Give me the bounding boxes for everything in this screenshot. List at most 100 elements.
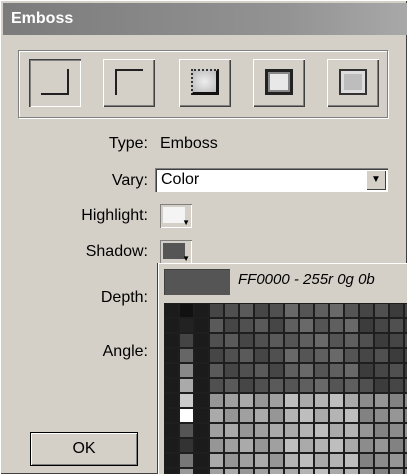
color-swatch-cell[interactable]	[210, 304, 223, 317]
color-swatch-cell[interactable]	[225, 334, 238, 347]
color-swatch-cell[interactable]	[210, 439, 223, 452]
ok-button[interactable]: OK	[30, 432, 138, 466]
color-swatch-cell[interactable]	[225, 349, 238, 362]
color-swatch-cell[interactable]	[300, 349, 313, 362]
color-swatch-cell[interactable]	[255, 394, 268, 407]
color-swatch-cell[interactable]	[195, 334, 208, 347]
color-swatch-cell[interactable]	[285, 394, 298, 407]
color-swatch-cell[interactable]	[255, 364, 268, 377]
color-swatch-cell[interactable]	[390, 319, 403, 332]
color-swatch-cell[interactable]	[210, 334, 223, 347]
color-swatch-cell[interactable]	[345, 469, 358, 474]
color-swatch-cell[interactable]	[210, 379, 223, 392]
color-swatch-cell[interactable]	[345, 454, 358, 467]
color-swatch-cell[interactable]	[210, 469, 223, 474]
color-swatch-cell[interactable]	[300, 409, 313, 422]
color-swatch-cell[interactable]	[330, 439, 343, 452]
color-swatch-cell[interactable]	[270, 319, 283, 332]
color-swatch-cell[interactable]	[375, 379, 388, 392]
color-swatch-cell[interactable]	[270, 334, 283, 347]
color-swatch-cell[interactable]	[390, 409, 403, 422]
color-swatch-cell[interactable]	[360, 349, 373, 362]
color-swatch-cell[interactable]	[330, 349, 343, 362]
color-swatch-cell[interactable]	[165, 304, 178, 317]
color-swatch-cell[interactable]	[315, 454, 328, 467]
color-swatch-cell[interactable]	[375, 454, 388, 467]
color-swatch-cell[interactable]	[165, 394, 178, 407]
color-swatch-cell[interactable]	[285, 454, 298, 467]
color-swatch-cell[interactable]	[345, 439, 358, 452]
color-swatch-cell[interactable]	[300, 319, 313, 332]
color-swatch-cell[interactable]	[360, 319, 373, 332]
color-swatch-cell[interactable]	[360, 409, 373, 422]
color-swatch-cell[interactable]	[270, 469, 283, 474]
color-swatch-cell[interactable]	[210, 409, 223, 422]
color-swatch-cell[interactable]	[330, 424, 343, 437]
color-swatch-cell[interactable]	[255, 439, 268, 452]
color-swatch-cell[interactable]	[225, 439, 238, 452]
color-swatch-cell[interactable]	[375, 304, 388, 317]
color-swatch-cell[interactable]	[285, 424, 298, 437]
color-swatch-cell[interactable]	[255, 454, 268, 467]
color-swatch-cell[interactable]	[330, 469, 343, 474]
color-swatch-cell[interactable]	[345, 379, 358, 392]
color-swatch-cell[interactable]	[180, 319, 193, 332]
emboss-style-5-button[interactable]	[327, 59, 379, 107]
color-swatch-cell[interactable]	[270, 379, 283, 392]
color-swatch-cell[interactable]	[360, 364, 373, 377]
color-swatch-cell[interactable]	[195, 349, 208, 362]
color-swatch-cell[interactable]	[195, 379, 208, 392]
color-swatch-cell[interactable]	[315, 319, 328, 332]
color-swatch-cell[interactable]	[375, 394, 388, 407]
color-swatch-cell[interactable]	[195, 364, 208, 377]
color-swatch-cell[interactable]	[330, 394, 343, 407]
color-swatch-cell[interactable]	[165, 364, 178, 377]
color-swatch-cell[interactable]	[390, 454, 403, 467]
color-swatch-cell[interactable]	[375, 334, 388, 347]
color-swatch-cell[interactable]	[180, 469, 193, 474]
color-swatch-cell[interactable]	[210, 424, 223, 437]
color-swatch-cell[interactable]	[360, 304, 373, 317]
color-swatch-cell[interactable]	[330, 379, 343, 392]
color-swatch-cell[interactable]	[180, 424, 193, 437]
highlight-color-button[interactable]: ▼	[160, 204, 192, 228]
color-swatch-cell[interactable]	[240, 364, 253, 377]
color-swatch-cell[interactable]	[225, 409, 238, 422]
color-swatch-cell[interactable]	[390, 334, 403, 347]
color-swatch-cell[interactable]	[390, 364, 403, 377]
color-swatch-cell[interactable]	[375, 424, 388, 437]
color-swatch-cell[interactable]	[180, 439, 193, 452]
color-swatch-cell[interactable]	[315, 379, 328, 392]
color-swatch-cell[interactable]	[240, 349, 253, 362]
color-swatch-cell[interactable]	[315, 364, 328, 377]
color-swatch-cell[interactable]	[330, 334, 343, 347]
color-swatch-cell[interactable]	[285, 304, 298, 317]
color-swatch-cell[interactable]	[300, 364, 313, 377]
color-swatch-cell[interactable]	[375, 364, 388, 377]
color-swatch-cell[interactable]	[345, 364, 358, 377]
color-swatch-cell[interactable]	[165, 349, 178, 362]
color-swatch-cell[interactable]	[315, 409, 328, 422]
emboss-style-1-button[interactable]	[29, 59, 81, 107]
color-swatch-cell[interactable]	[285, 409, 298, 422]
color-swatch-cell[interactable]	[300, 379, 313, 392]
color-swatch-cell[interactable]	[390, 304, 403, 317]
color-swatch-cell[interactable]	[240, 454, 253, 467]
color-swatch-cell[interactable]	[315, 424, 328, 437]
color-swatch-cell[interactable]	[225, 394, 238, 407]
color-swatch-cell[interactable]	[285, 469, 298, 474]
color-swatch-cell[interactable]	[240, 469, 253, 474]
color-swatch-cell[interactable]	[180, 394, 193, 407]
color-swatch-cell[interactable]	[165, 379, 178, 392]
color-swatch-cell[interactable]	[345, 319, 358, 332]
color-swatch-cell[interactable]	[345, 394, 358, 407]
color-swatch-cell[interactable]	[390, 439, 403, 452]
color-swatch-cell[interactable]	[270, 424, 283, 437]
color-swatch-cell[interactable]	[240, 439, 253, 452]
color-swatch-cell[interactable]	[315, 439, 328, 452]
color-swatch-cell[interactable]	[255, 334, 268, 347]
color-swatch-cell[interactable]	[360, 424, 373, 437]
color-swatch-cell[interactable]	[270, 304, 283, 317]
color-swatch-cell[interactable]	[360, 454, 373, 467]
color-swatch-cell[interactable]	[345, 304, 358, 317]
